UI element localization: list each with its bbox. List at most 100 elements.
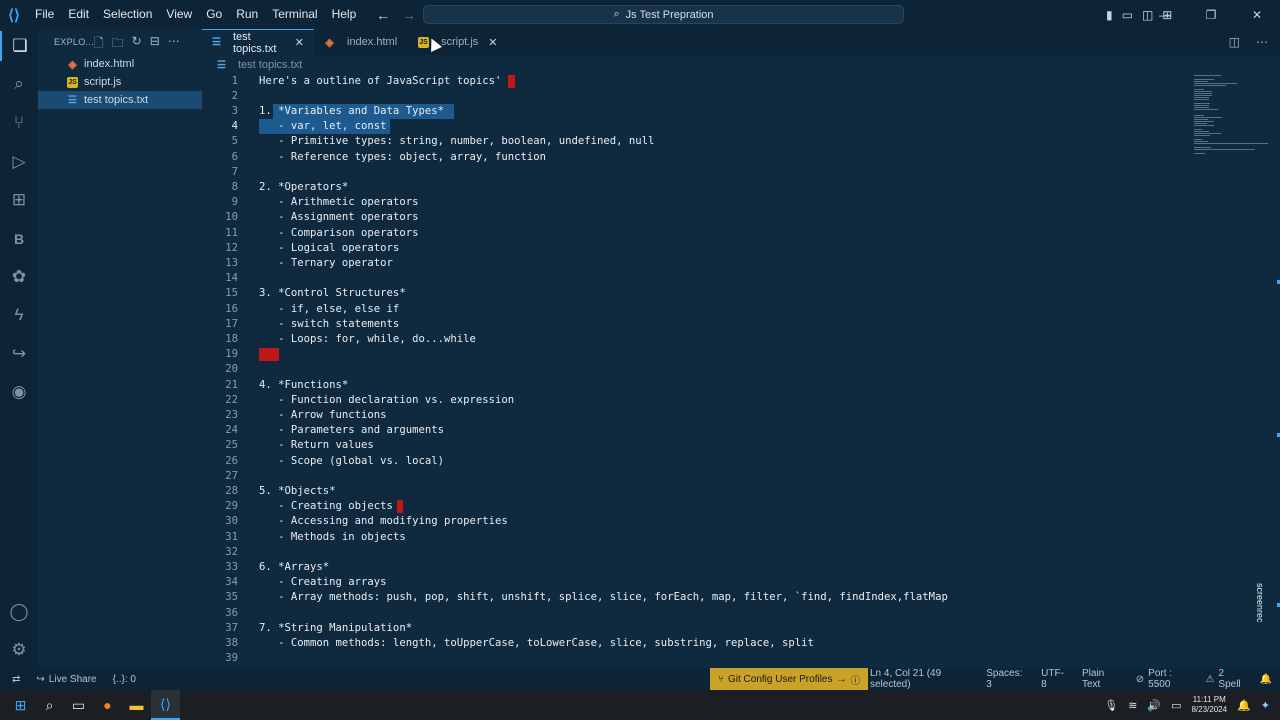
more-actions-icon[interactable]: ⋯ bbox=[1256, 35, 1268, 49]
refresh-icon[interactable]: ↻ bbox=[132, 34, 142, 55]
brace-count[interactable]: {..}: 0 bbox=[105, 674, 144, 685]
encoding[interactable]: UTF-8 bbox=[1033, 668, 1074, 690]
code-line[interactable]: 17 - switch statements bbox=[202, 317, 1192, 332]
task-view-icon[interactable]: ▭ bbox=[64, 690, 93, 720]
menu-go[interactable]: Go bbox=[199, 0, 229, 29]
code-line[interactable]: 32 bbox=[202, 545, 1192, 560]
tab-test-topics[interactable]: ☰ test topics.txt ✕ bbox=[202, 29, 314, 55]
close-tab-icon[interactable]: ✕ bbox=[295, 36, 304, 49]
bold-extension-icon[interactable]: B bbox=[0, 224, 38, 254]
source-control-icon[interactable]: ⑂ bbox=[0, 108, 38, 138]
toggle-panel-icon[interactable]: ▭ bbox=[1122, 8, 1133, 22]
tab-script-js[interactable]: JS script.js ✕ bbox=[408, 29, 508, 55]
code-line[interactable]: 37 7. *String Manipulation* bbox=[202, 621, 1192, 636]
copilot-icon[interactable]: ✦ bbox=[1261, 699, 1270, 712]
file-explorer-icon[interactable]: ▬ bbox=[122, 690, 151, 720]
github-icon[interactable]: ◉ bbox=[0, 377, 38, 407]
code-editor[interactable]: 1 Here's a outline of JavaScript topics' 2… bbox=[202, 73, 1280, 668]
explorer-icon[interactable]: ❏ bbox=[0, 31, 38, 61]
code-line[interactable]: 38 - Common methods: length, toUpperCase… bbox=[202, 636, 1192, 651]
volume-icon[interactable]: 🔊 bbox=[1147, 699, 1161, 712]
back-arrow-icon[interactable]: ← bbox=[376, 7, 390, 23]
tab-index-html[interactable]: ◈ index.html bbox=[314, 29, 408, 55]
notification-center-icon[interactable]: 🔔 bbox=[1237, 699, 1251, 712]
close-tab-icon[interactable]: ✕ bbox=[488, 36, 497, 49]
firefox-icon[interactable]: ● bbox=[93, 690, 122, 720]
code-line[interactable]: 23 - Arrow functions bbox=[202, 408, 1192, 423]
accounts-icon[interactable]: ◯ bbox=[0, 597, 38, 627]
file-item-test-topics-txt[interactable]: ☰ test topics.txt bbox=[38, 91, 202, 109]
split-editor-icon[interactable]: ◫ bbox=[1229, 35, 1240, 49]
file-item-script-js[interactable]: JS script.js bbox=[38, 73, 202, 91]
lightning-icon[interactable]: ϟ bbox=[0, 300, 38, 330]
indentation[interactable]: Spaces: 3 bbox=[978, 668, 1033, 690]
menu-run[interactable]: Run bbox=[229, 0, 265, 29]
code-line[interactable]: 16 - if, else, else if bbox=[202, 302, 1192, 317]
menu-selection[interactable]: Selection bbox=[96, 0, 159, 29]
new-folder-icon[interactable]: 🗀 bbox=[112, 34, 124, 55]
code-line[interactable]: 12 - Logical operators bbox=[202, 241, 1192, 256]
code-line[interactable]: 2 bbox=[202, 89, 1192, 104]
extensions-icon[interactable]: ⊞ bbox=[0, 185, 38, 215]
breadcrumb-file[interactable]: test topics.txt bbox=[238, 59, 302, 71]
vscode-taskbar-icon[interactable]: ⟨⟩ bbox=[151, 690, 180, 720]
menu-view[interactable]: View bbox=[159, 0, 199, 29]
clock[interactable]: 11:11 PM 8/23/2024 bbox=[1191, 695, 1227, 715]
code-line[interactable]: 10 - Assignment operators bbox=[202, 210, 1192, 225]
code-line[interactable]: 7 bbox=[202, 165, 1192, 180]
code-line[interactable]: 18 - Loops: for, while, do...while bbox=[202, 332, 1192, 347]
code-line[interactable]: 30 - Accessing and modifying properties bbox=[202, 514, 1192, 529]
windows-start-icon[interactable]: ⊞ bbox=[6, 690, 35, 720]
live-share-icon[interactable]: ↪ bbox=[0, 339, 38, 369]
remote-indicator-icon[interactable]: ⇄ bbox=[0, 674, 28, 685]
code-line[interactable]: 1 Here's a outline of JavaScript topics' bbox=[202, 74, 1192, 89]
code-line[interactable]: 25 - Return values bbox=[202, 438, 1192, 453]
file-item-index-html[interactable]: ◈ index.html bbox=[38, 55, 202, 73]
menu-file[interactable]: File bbox=[28, 0, 61, 29]
code-line[interactable]: 19 bbox=[202, 347, 1192, 362]
search-view-icon[interactable]: ⌕ bbox=[0, 69, 38, 99]
code-line[interactable]: 9 - Arithmetic operators bbox=[202, 195, 1192, 210]
toggle-sidebar-icon[interactable]: ▮ bbox=[1106, 8, 1113, 22]
minimap[interactable] bbox=[1192, 73, 1272, 163]
code-line[interactable]: 29 - Creating objects bbox=[202, 499, 1192, 514]
code-line[interactable]: 26 - Scope (global vs. local) bbox=[202, 454, 1192, 469]
battery-icon[interactable]: ▭ bbox=[1171, 699, 1181, 712]
code-line[interactable]: 5 - Primitive types: string, number, boo… bbox=[202, 134, 1192, 149]
collapse-all-icon[interactable]: ⊟ bbox=[150, 34, 160, 55]
live-server-port[interactable]: ⊘ Port : 5500 bbox=[1128, 668, 1198, 690]
run-debug-icon[interactable]: ▷ bbox=[0, 147, 38, 177]
openai-icon[interactable]: ✿ bbox=[0, 262, 38, 292]
menu-edit[interactable]: Edit bbox=[61, 0, 96, 29]
close-window-icon[interactable]: ✕ bbox=[1234, 8, 1280, 22]
code-line[interactable]: 31 - Methods in objects bbox=[202, 530, 1192, 545]
code-line[interactable]: 11 - Comparison operators bbox=[202, 226, 1192, 241]
search-icon[interactable]: ⌕ bbox=[35, 690, 64, 720]
cursor-position[interactable]: Ln 4, Col 21 (49 selected) bbox=[862, 668, 978, 690]
code-line[interactable]: 4 - var, let, const bbox=[202, 119, 1192, 135]
new-file-icon[interactable]: 🗋 bbox=[94, 34, 104, 55]
manage-gear-icon[interactable]: ⚙ bbox=[0, 635, 38, 665]
code-line[interactable]: 39 bbox=[202, 651, 1192, 666]
code-line[interactable]: 28 5. *Objects* bbox=[202, 484, 1192, 499]
code-line[interactable]: 24 - Parameters and arguments bbox=[202, 423, 1192, 438]
git-config-button[interactable]: ⑂ Git Config User Profiles → ⓘ bbox=[710, 668, 869, 690]
microphone-icon[interactable]: 🎙 bbox=[1104, 699, 1118, 712]
code-line[interactable]: 15 3. *Control Structures* bbox=[202, 286, 1192, 301]
notifications-icon[interactable]: 🔔 bbox=[1252, 674, 1280, 685]
code-line[interactable]: 22 - Function declaration vs. expression bbox=[202, 393, 1192, 408]
menu-help[interactable]: Help bbox=[325, 0, 364, 29]
language-mode[interactable]: Plain Text bbox=[1074, 668, 1128, 690]
restore-icon[interactable]: ❐ bbox=[1188, 8, 1234, 22]
forward-arrow-icon[interactable]: → bbox=[402, 7, 416, 23]
code-line[interactable]: 13 - Ternary operator bbox=[202, 256, 1192, 271]
more-actions-icon[interactable]: ⋯ bbox=[168, 34, 180, 55]
wifi-icon[interactable]: ≋ bbox=[1128, 699, 1137, 712]
code-line[interactable]: 34 - Creating arrays bbox=[202, 575, 1192, 590]
menu-terminal[interactable]: Terminal bbox=[265, 0, 324, 29]
live-share-button[interactable]: ↪ Live Share bbox=[28, 674, 104, 685]
code-line[interactable]: 6 - Reference types: object, array, func… bbox=[202, 150, 1192, 165]
code-line[interactable]: 8 2. *Operators* bbox=[202, 180, 1192, 195]
code-line[interactable]: 3 1. *Variables and Data Types* bbox=[202, 103, 1192, 119]
code-line[interactable]: 35 - Array methods: push, pop, shift, un… bbox=[202, 590, 1192, 605]
